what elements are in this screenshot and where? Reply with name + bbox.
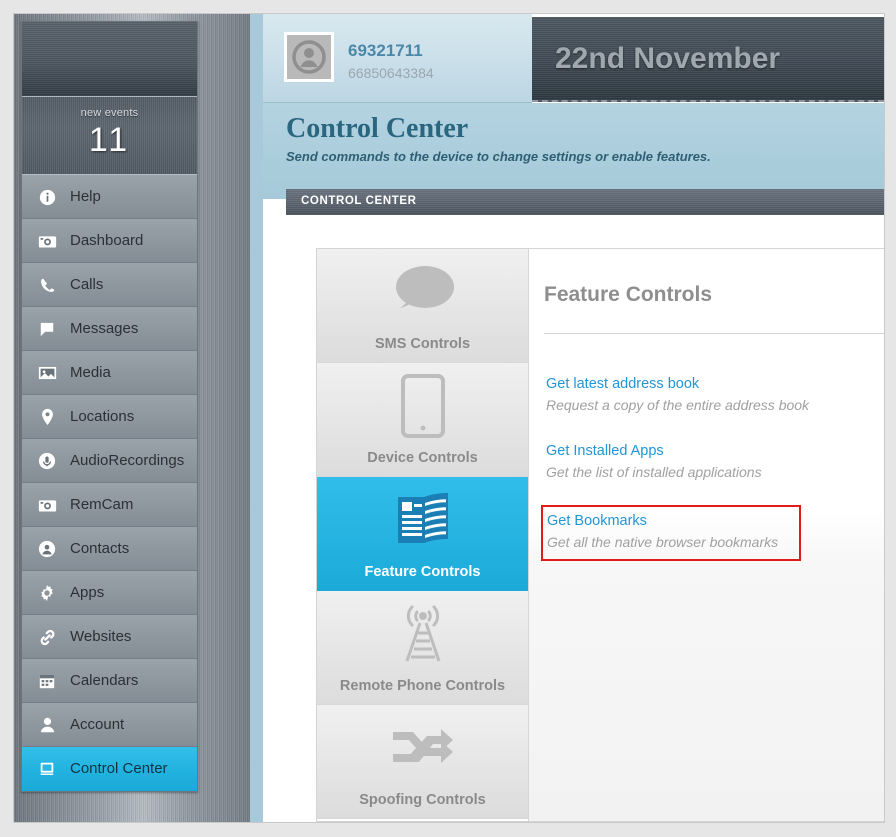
page-subtitle: Send commands to the device to change se… <box>286 149 711 164</box>
command-description: Request a copy of the entire address boo… <box>546 397 810 413</box>
sidebar-item-audiorecordings[interactable]: AudioRecordings <box>22 439 197 483</box>
tile-label: Spoofing Controls <box>359 792 486 808</box>
sidebar-item-label: Account <box>70 716 125 733</box>
section-header-bar: CONTROL CENTER <box>286 189 884 215</box>
sidebar-item-label: Calls <box>70 276 104 293</box>
command-description: Get the list of installed applications <box>546 464 762 480</box>
tile-remote-phone-controls[interactable]: Remote Phone Controls <box>317 591 528 705</box>
account-id: 69321711 <box>348 41 423 60</box>
main-content: 69321711 66850643384 22nd November Contr… <box>263 14 884 822</box>
command-link[interactable]: Get Installed Apps <box>546 441 880 461</box>
date-banner: 22nd November <box>532 17 884 102</box>
tile-device-controls[interactable]: Device Controls <box>317 363 528 477</box>
sidebar-item-remcam[interactable]: RemCam <box>22 483 197 527</box>
command-get-latest-address-book[interactable]: Get latest address book Request a copy o… <box>544 371 884 420</box>
page-title: Control Center <box>286 113 469 144</box>
sidebar-item-calendars[interactable]: Calendars <box>22 659 197 703</box>
tile-label: Device Controls <box>367 450 478 466</box>
tile-label: SMS Controls <box>374 336 471 352</box>
sidebar-item-media[interactable]: Media <box>22 351 197 395</box>
sidebar-logo-area <box>22 22 197 97</box>
account-summary[interactable]: 69321711 66850643384 <box>263 14 532 103</box>
gear-icon <box>36 571 58 615</box>
sidebar-item-label: Locations <box>70 408 135 425</box>
command-get-bookmarks[interactable]: Get Bookmarks Get all the native browser… <box>541 505 801 561</box>
current-date: 22nd November <box>555 42 781 75</box>
command-list: Get latest address book Request a copy o… <box>541 371 884 579</box>
avatar <box>284 32 334 82</box>
new-events-label: new events <box>80 107 139 119</box>
sidebar-item-label: Calendars <box>70 672 139 689</box>
tile-label: Remote Phone Controls <box>339 678 506 694</box>
new-events-counter[interactable]: new events 11 <box>22 97 197 175</box>
command-get-installed-apps[interactable]: Get Installed Apps Get the list of insta… <box>544 438 884 487</box>
detail-divider <box>544 333 884 334</box>
dashboard-camera-icon <box>36 219 58 263</box>
sidebar-nav: new events 11 Help Dashboard Calls Messa… <box>21 21 198 792</box>
map-pin-icon <box>36 395 58 439</box>
command-link[interactable]: Get Bookmarks <box>547 511 794 531</box>
sidebar-item-control-center[interactable]: Control Center <box>22 747 197 791</box>
sidebar-item-contacts[interactable]: Contacts <box>22 527 197 571</box>
app-window: new events 11 Help Dashboard Calls Messa… <box>13 13 885 823</box>
sidebar-item-messages[interactable]: Messages <box>22 307 197 351</box>
calendar-icon <box>36 659 58 703</box>
tile-label: Feature Controls <box>364 564 481 580</box>
sidebar-item-label: Websites <box>70 628 132 645</box>
shuffle-arrows-icon <box>317 713 528 783</box>
camera-icon <box>36 483 58 527</box>
info-icon <box>36 175 58 219</box>
sidebar-item-label: Media <box>70 364 111 381</box>
sidebar-item-locations[interactable]: Locations <box>22 395 197 439</box>
phone-icon <box>36 263 58 307</box>
tile-sms-controls[interactable]: SMS Controls <box>317 249 528 363</box>
control-center-panel: SMS Controls Device Controls Feature Con… <box>316 248 884 822</box>
sidebar-item-dashboard[interactable]: Dashboard <box>22 219 197 263</box>
sidebar-item-label: Contacts <box>70 540 130 557</box>
sidebar-item-label: Messages <box>70 320 139 337</box>
sidebar-item-label: Control Center <box>70 760 168 777</box>
panel-gutter <box>250 14 263 822</box>
sidebar-item-label: RemCam <box>70 496 134 513</box>
tile-spoofing-controls[interactable]: Spoofing Controls <box>317 705 528 819</box>
tablet-icon <box>317 371 528 441</box>
antenna-tower-icon <box>317 599 528 669</box>
person-icon <box>36 703 58 747</box>
sidebar-item-account[interactable]: Account <box>22 703 197 747</box>
page-heading-band: Control Center Send commands to the devi… <box>263 103 884 199</box>
monitor-icon <box>36 747 58 791</box>
sidebar-item-label: Dashboard <box>70 232 144 249</box>
contact-circle-icon <box>36 527 58 571</box>
user-avatar-icon <box>292 40 326 74</box>
top-bar: 69321711 66850643384 22nd November <box>263 14 884 103</box>
command-description: Get all the native browser bookmarks <box>547 534 779 550</box>
feature-detail-pane: Feature Controls Get latest address book… <box>529 249 884 821</box>
link-icon <box>36 615 58 659</box>
book-icon <box>317 485 528 555</box>
sidebar-item-websites[interactable]: Websites <box>22 615 197 659</box>
sidebar-item-help[interactable]: Help <box>22 175 197 219</box>
new-events-count: 11 <box>88 121 131 159</box>
sidebar-item-label: AudioRecordings <box>70 452 185 469</box>
control-category-list: SMS Controls Device Controls Feature Con… <box>317 249 529 821</box>
speech-bubble-icon <box>317 257 528 327</box>
left-metal-panel: new events 11 Help Dashboard Calls Messa… <box>14 14 263 822</box>
detail-title: Feature Controls <box>544 283 713 306</box>
image-icon <box>36 351 58 395</box>
message-bubble-icon <box>36 307 58 351</box>
sidebar-item-label: Help <box>70 188 101 205</box>
command-link[interactable]: Get latest address book <box>546 374 880 394</box>
sidebar-item-calls[interactable]: Calls <box>22 263 197 307</box>
sidebar-item-apps[interactable]: Apps <box>22 571 197 615</box>
microphone-circle-icon <box>36 439 58 483</box>
account-imei: 66850643384 <box>348 65 434 81</box>
section-header-label: CONTROL CENTER <box>301 195 417 207</box>
tile-feature-controls[interactable]: Feature Controls <box>317 477 528 591</box>
sidebar-item-label: Apps <box>70 584 105 601</box>
